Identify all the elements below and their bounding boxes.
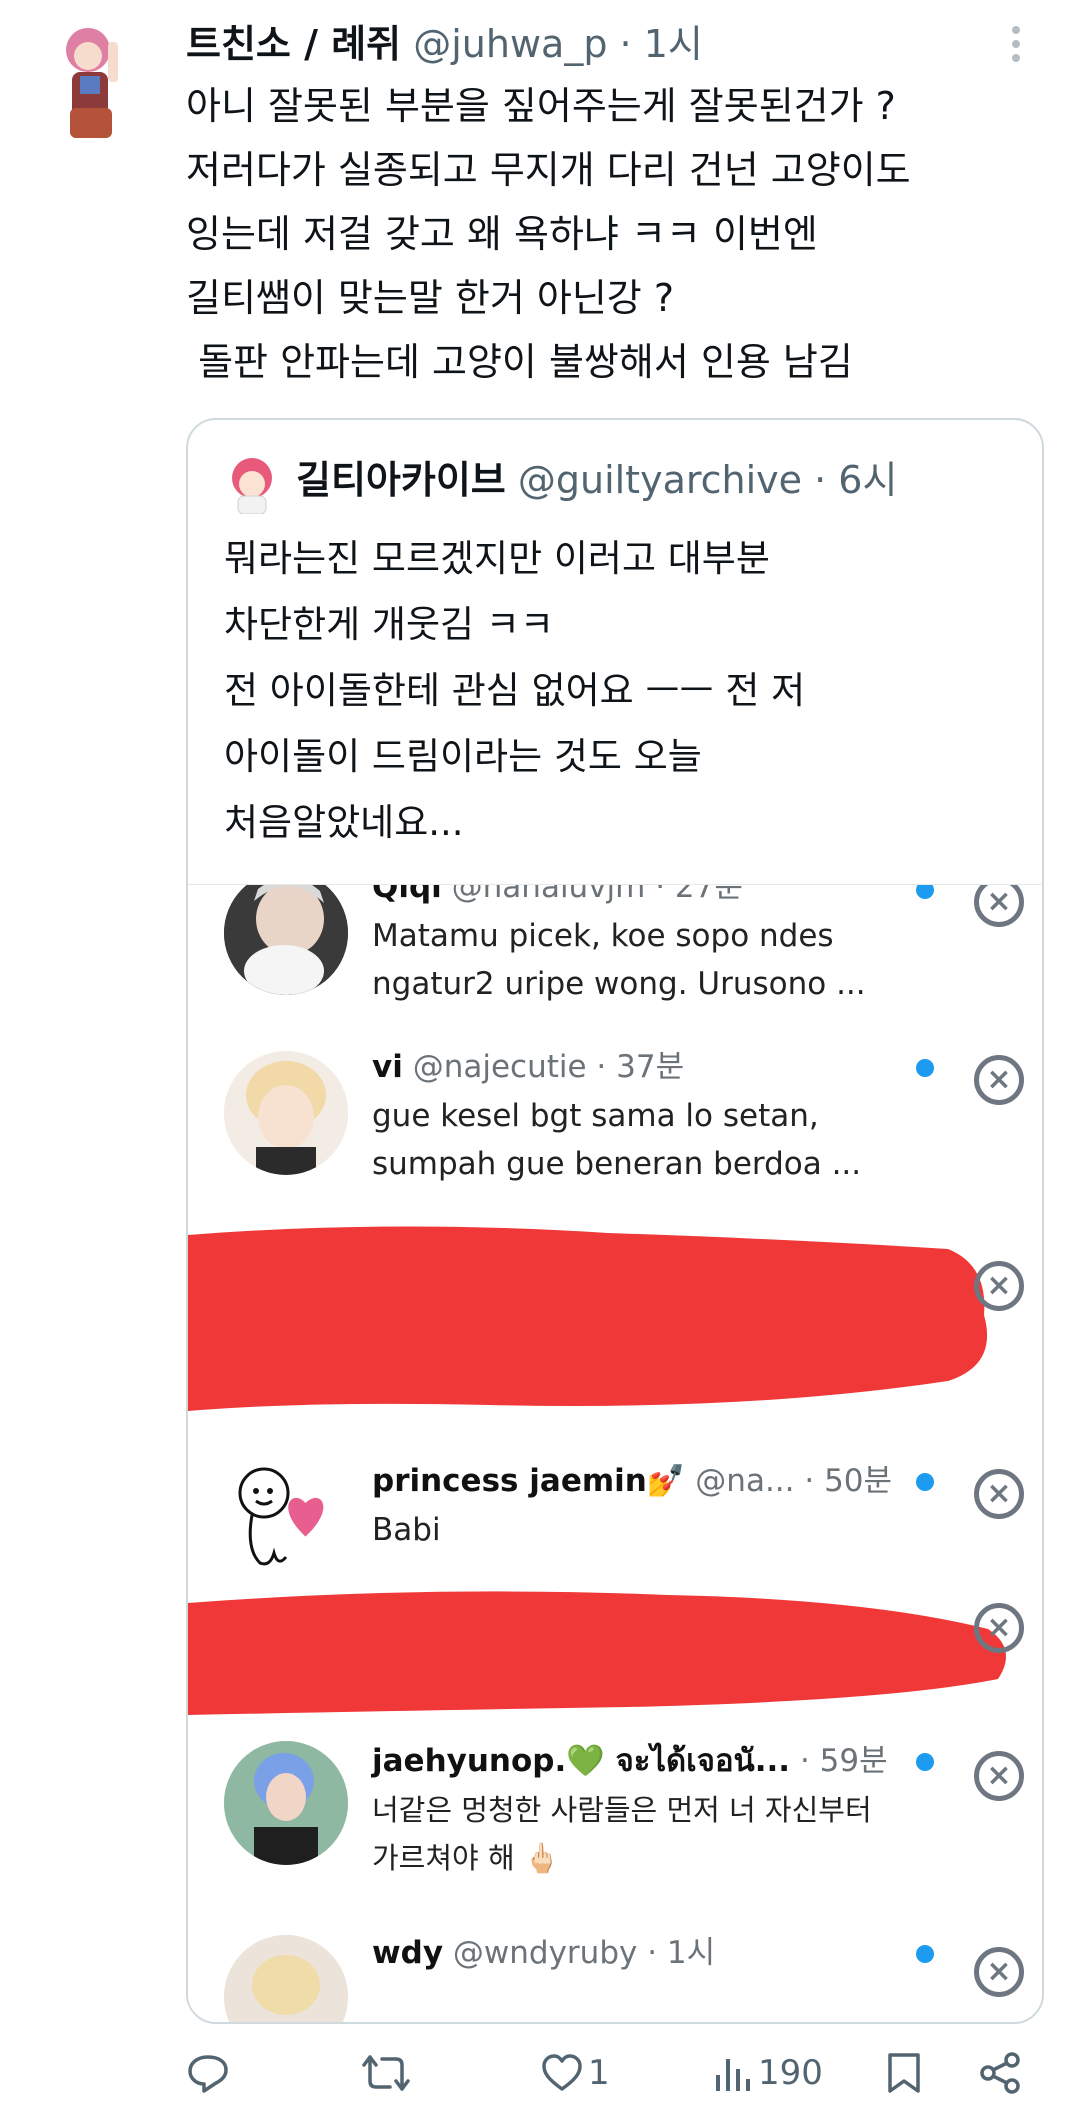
list-item-text: gue kesel bgt sama lo setan, — [372, 1098, 819, 1134]
close-icon[interactable]: × — [974, 885, 1024, 927]
quoted-tweet[interactable]: 길티아카이브 @guiltyarchive · 6시 뭐라는진 모르겠지만 이러… — [186, 418, 1044, 2024]
avatar — [224, 1935, 348, 2022]
bookmark-button[interactable] — [886, 2038, 922, 2108]
like-count: 1 — [588, 2053, 610, 2093]
author-handle[interactable]: @juhwa_p — [413, 22, 607, 66]
list-item-handle: @najecutie · 37분 — [412, 1049, 685, 1085]
list-item: Qiqi @nanaluvjm · 27분 Matamu picek, koe … — [188, 885, 1042, 1015]
list-item-name: jaehyunop.💚 จะได้เจอนั... — [372, 1743, 791, 1779]
avatar — [224, 1741, 348, 1865]
reply-button[interactable] — [186, 2038, 230, 2108]
quote-time: · 6시 — [814, 458, 898, 502]
unread-dot — [916, 1473, 934, 1491]
quote-header: 길티아카이브 @guiltyarchive · 6시 — [296, 450, 897, 510]
avatar — [224, 1051, 348, 1175]
close-icon[interactable]: × — [974, 1261, 1024, 1311]
attached-screenshot[interactable]: Qiqi @nanaluvjm · 27분 Matamu picek, koe … — [188, 884, 1042, 2022]
list-item: wdy @wndyruby · 1시 × — [188, 1931, 1042, 2022]
list-item-handle: · 59분 — [799, 1743, 888, 1779]
tweet-action-bar: 1 190 — [186, 2038, 1046, 2108]
quote-author-avatar — [226, 456, 278, 515]
avatar — [224, 1453, 348, 1577]
list-item-text: sumpah gue beneran berdoa ... — [372, 1146, 862, 1182]
quote-line: 처음알았네요... — [224, 801, 464, 844]
views-button[interactable]: 190 — [714, 2038, 823, 2108]
redaction-mark — [188, 1225, 1042, 1415]
retweet-icon — [362, 2051, 410, 2095]
quote-line: 전 아이돌한테 관심 없어요 ㅡㅡ 전 저 — [224, 669, 806, 712]
list-item-name: Qiqi — [372, 884, 442, 905]
share-icon — [978, 2051, 1022, 2095]
list-item-header: wdy @wndyruby · 1시 — [372, 1931, 715, 1975]
close-icon[interactable]: × — [974, 1603, 1024, 1653]
tweet-line: 아니 잘못된 부분을 짚어주는게 잘못된건가 ? — [186, 84, 896, 128]
list-item-name: vi — [372, 1049, 403, 1085]
close-icon[interactable]: × — [974, 1055, 1024, 1105]
unread-dot — [916, 1059, 934, 1077]
tweet-line: 저러다가 실종되고 무지개 다리 건넌 고양이도 — [186, 148, 911, 192]
quote-line: 뭐라는진 모르겠지만 이러고 대부분 — [224, 537, 770, 580]
quote-line: 아이돌이 드림이라는 것도 오늘 — [224, 735, 702, 778]
list-item: vi @najecutie · 37분 gue kesel bgt sama l… — [188, 1045, 1042, 1185]
quote-line: 차단한게 개웃김 ㅋㅋ — [224, 603, 554, 646]
list-item-text: 가르쳐야 해 🖕🏻 — [372, 1841, 560, 1875]
list-item-name: wdy — [372, 1935, 444, 1971]
close-icon[interactable]: × — [974, 1469, 1024, 1519]
redaction-mark — [188, 1589, 1042, 1719]
list-item-text: Matamu picek, koe sopo ndes — [372, 918, 834, 954]
quote-author-name: 길티아카이브 — [296, 458, 506, 502]
unread-dot — [916, 1945, 934, 1963]
like-button[interactable]: 1 — [540, 2038, 610, 2108]
list-item-handle: @na... · 50분 — [695, 1463, 893, 1499]
unread-dot — [916, 1753, 934, 1771]
list-item: princess jaemin💅 @na... · 50분 Babi × — [188, 1453, 1042, 1593]
reply-icon — [186, 2051, 230, 2095]
list-item-text: ngatur2 uripe wong. Urusono ... — [372, 966, 866, 1002]
author-name[interactable]: 트친소 / 례쥐 — [186, 22, 401, 66]
share-button[interactable] — [978, 2038, 1022, 2108]
list-item-header: princess jaemin💅 @na... · 50분 — [372, 1459, 892, 1503]
more-options-icon[interactable] — [1008, 22, 1024, 66]
tweet-text: 아니 잘못된 부분을 짚어주는게 잘못된건가 ? 저러다가 실종되고 무지개 다… — [186, 74, 1046, 394]
close-icon[interactable]: × — [974, 1947, 1024, 1997]
tweet-line: 돌판 안파는데 고양이 불쌍해서 인용 남김 — [186, 340, 853, 384]
list-item-header: jaehyunop.💚 จะได้เจอนั... · 59분 — [372, 1739, 888, 1783]
list-item-handle: @nanaluvjm · 27분 — [451, 884, 743, 905]
retweet-button[interactable] — [362, 2038, 410, 2108]
bookmark-icon — [886, 2051, 922, 2095]
list-item-name: princess jaemin💅 — [372, 1463, 686, 1499]
heart-icon — [540, 2051, 584, 2095]
list-item-header: Qiqi @nanaluvjm · 27분 — [372, 884, 743, 909]
list-item-handle: @wndyruby · 1시 — [452, 1935, 716, 1971]
list-item-header: vi @najecutie · 37분 — [372, 1045, 684, 1089]
list-item-text: Babi — [372, 1512, 441, 1548]
unread-dot — [916, 885, 934, 899]
tweet-header: 트친소 / 례쥐 @juhwa_p · 1시 — [186, 14, 986, 74]
avatar — [224, 885, 348, 995]
tweet-time[interactable]: · 1시 — [620, 22, 703, 66]
list-item: jaehyunop.💚 จะได้เจอนั... · 59분 너같은 멍청한 … — [188, 1739, 1042, 1889]
close-icon[interactable]: × — [974, 1751, 1024, 1801]
tweet-line: 길티쌤이 맞는말 한거 아닌강 ? — [186, 276, 675, 320]
quote-author-handle: @guiltyarchive — [517, 458, 803, 502]
tweet-line: 잉는데 저걸 갖고 왜 욕하냐 ㅋㅋ 이번엔 — [186, 212, 818, 256]
quote-text: 뭐라는진 모르겠지만 이러고 대부분 차단한게 개웃김 ㅋㅋ 전 아이돌한테 관… — [224, 526, 1004, 856]
views-count: 190 — [758, 2053, 823, 2093]
list-item-text: 너같은 멍청한 사람들은 먼저 너 자신부터 — [372, 1793, 872, 1827]
author-avatar[interactable] — [58, 14, 138, 144]
views-icon — [714, 2051, 752, 2095]
